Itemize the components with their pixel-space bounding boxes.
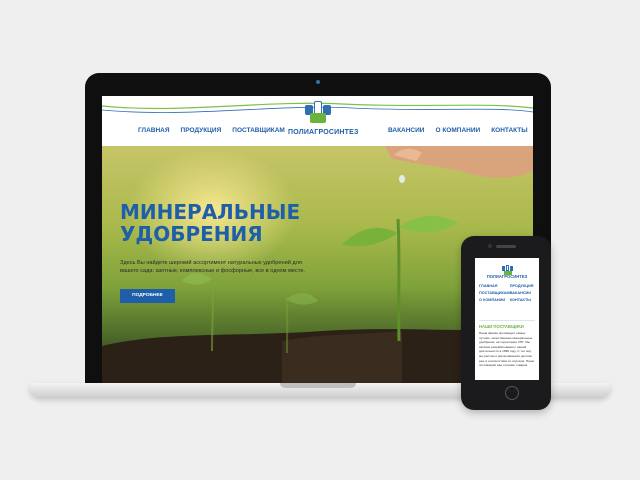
mobile-nav: ГЛАВНАЯ ПРОДУКЦИЯ ПОСТАВЩИКАМ ВАКАНСИИ О… (479, 284, 537, 302)
laptop-notch (280, 383, 356, 388)
mobile-section-heading: НАШИ ПОСТАВЩИКИ (479, 324, 524, 329)
logo-text: ПОЛИАГРОСИНТЕЗ (288, 129, 359, 136)
details-button[interactable]: ПОДРОБНЕЕ (120, 289, 175, 303)
mobile-nav-suppliers[interactable]: ПОСТАВЩИКАМ (479, 291, 510, 295)
hero-description: Здесь Вы найдете широкий ассортимент нат… (120, 260, 305, 274)
site-logo[interactable]: ПОЛИАГРОСИНТЕЗ (288, 101, 359, 136)
mobile-nav-vacancies[interactable]: ВАКАНСИИ (510, 291, 537, 295)
mobile-nav-home[interactable]: ГЛАВНАЯ (479, 284, 510, 288)
nav-suppliers[interactable]: ПОСТАВЩИКАМ (232, 127, 285, 134)
nav-vacancies[interactable]: ВАКАНСИИ (388, 127, 424, 134)
nav-contacts[interactable]: КОНТАКТЫ (491, 127, 527, 134)
phone-camera (488, 244, 492, 248)
device-mockup-scene: МИНЕРАЛЬНЫЕ УДОБРЕНИЯ Здесь Вы найдете ш… (0, 0, 640, 480)
hero-title: МИНЕРАЛЬНЫЕ УДОБРЕНИЯ (120, 201, 300, 245)
site-header: ПОЛИАГРОСИНТЕЗ ГЛАВНАЯ ПРОДУКЦИЯ ПОСТАВЩ… (102, 96, 533, 146)
hero-title-line1: МИНЕРАЛЬНЫЕ (120, 200, 301, 224)
mobile-nav-products[interactable]: ПРОДУКЦИЯ (510, 284, 537, 288)
mobile-nav-about[interactable]: О КОМПАНИИ (479, 298, 510, 302)
phone-home-button (505, 386, 519, 400)
mobile-logo-text: ПОЛИАГРОСИНТЕЗ (486, 274, 528, 279)
nav-home[interactable]: ГЛАВНАЯ (138, 127, 170, 134)
hero-title-line2: УДОБРЕНИЯ (120, 222, 263, 246)
nav-products[interactable]: ПРОДУКЦИЯ (181, 127, 222, 134)
nav-about[interactable]: О КОМПАНИИ (435, 127, 480, 134)
phone-screen: ПОЛИАГРОСИНТЕЗ ГЛАВНАЯ ПРОДУКЦИЯ ПОСТАВЩ… (475, 258, 539, 380)
logo-icon (305, 101, 331, 123)
mobile-section-text: Наша фирма производит самые лучшие, каче… (479, 331, 535, 368)
mobile-nav-contacts[interactable]: КОНТАКТЫ (510, 298, 537, 302)
phone-speaker (496, 245, 516, 248)
main-nav-left: ГЛАВНАЯ ПРОДУКЦИЯ ПОСТАВЩИКАМ (138, 127, 285, 134)
mobile-divider (479, 320, 535, 321)
laptop-camera (316, 80, 320, 84)
main-nav-right: ВАКАНСИИ О КОМПАНИИ КОНТАКТЫ (388, 127, 528, 134)
